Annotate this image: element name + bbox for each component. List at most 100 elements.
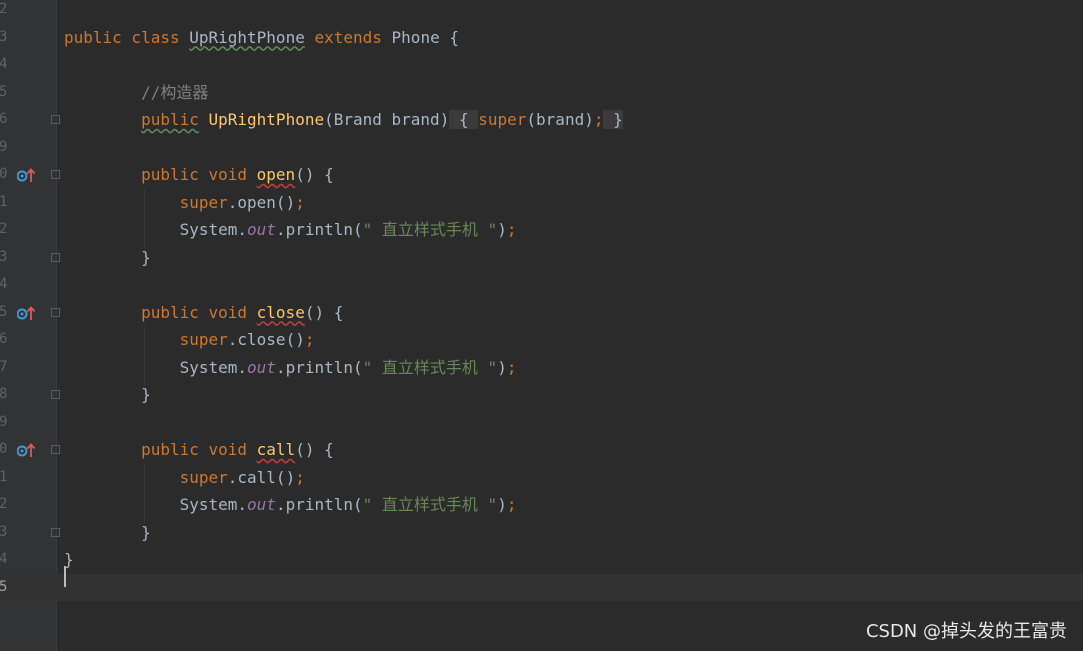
- code-text: public void call() {: [64, 436, 334, 464]
- code-line[interactable]: 4}: [0, 546, 1083, 574]
- line-number: 5: [0, 303, 8, 320]
- code-line[interactable]: 5 public void close() {: [0, 299, 1083, 327]
- code-token: " 直立样式手机 ": [362, 220, 498, 239]
- code-line[interactable]: 2 System.out.println(" 直立样式手机 ");: [0, 491, 1083, 519]
- code-text: super.close();: [64, 326, 315, 354]
- code-token: ;: [506, 220, 517, 239]
- code-text: public void close() {: [64, 299, 343, 327]
- code-text: }: [64, 244, 151, 272]
- code-token: }: [64, 247, 151, 267]
- line-number: 6: [0, 111, 8, 127]
- watermark: CSDN @掉头发的王富贵: [865, 621, 1067, 642]
- fold-end-icon[interactable]: [51, 252, 60, 262]
- code-line[interactable]: 5 //构造器: [0, 79, 1083, 107]
- code-token: super: [179, 192, 228, 212]
- line-number: 7: [0, 358, 8, 375]
- fold-collapse-icon[interactable]: [51, 307, 60, 317]
- code-token: public: [141, 110, 199, 129]
- code-editor[interactable]: 2 3 public class UpRightPhone extends Phon…: [0, 0, 1083, 651]
- line-number: 3: [0, 28, 8, 45]
- code-text: System.out.println(" 直立样式手机 ");: [64, 491, 517, 519]
- line-number: 2: [0, 496, 8, 512]
- code-token: out: [247, 220, 276, 239]
- code-token: " 直立样式手机 ": [362, 357, 498, 377]
- indent-guide: [144, 326, 145, 385]
- code-token: UpRightPhone: [189, 27, 305, 47]
- code-token: extends: [314, 27, 382, 47]
- code-line[interactable]: 2: [0, 0, 1083, 24]
- code-line[interactable]: 9: [0, 134, 1083, 162]
- code-token: ): [497, 357, 507, 377]
- code-token: super: [478, 110, 527, 129]
- code-line[interactable]: 6 public UpRightPhone(Brand brand) { sup…: [0, 106, 1083, 134]
- code-line[interactable]: 0 public void open() {: [0, 161, 1083, 189]
- code-token: (brand): [526, 110, 594, 129]
- code-token: ;: [295, 192, 305, 212]
- code-token: .println(: [275, 220, 363, 239]
- code-line[interactable]: 3 }: [0, 519, 1083, 547]
- line-number: 3: [0, 523, 8, 540]
- fold-end-icon[interactable]: [51, 390, 60, 399]
- fold-end-icon[interactable]: [51, 527, 60, 537]
- code-line[interactable]: 1 super.open();: [0, 189, 1083, 217]
- fold-collapse-icon[interactable]: [51, 170, 60, 179]
- line-number: 2: [0, 1, 8, 17]
- code-text: }: [64, 519, 151, 547]
- code-token: ): [497, 220, 507, 239]
- code-token: () {: [304, 302, 344, 322]
- code-text: //构造器: [64, 79, 208, 107]
- line-number: 4: [0, 56, 8, 72]
- code-token: ): [497, 495, 507, 514]
- code-token: }: [64, 385, 151, 404]
- code-line[interactable]: 4: [0, 271, 1083, 299]
- fold-collapse-icon[interactable]: [51, 445, 60, 454]
- text-caret: [64, 566, 66, 587]
- code-token: out: [247, 357, 276, 377]
- code-token: }: [603, 110, 623, 129]
- override-method-icon[interactable]: [16, 442, 37, 458]
- code-line[interactable]: 3 public class UpRightPhone extends Phone…: [0, 24, 1083, 52]
- code-token: .open(): [227, 192, 296, 212]
- code-token: super: [179, 467, 228, 487]
- code-token: (Brand brand): [324, 110, 450, 129]
- code-line[interactable]: 8 }: [0, 381, 1083, 409]
- line-number: 6: [0, 331, 8, 347]
- code-token: super: [179, 330, 228, 349]
- code-token: Phone {: [381, 27, 459, 47]
- code-line[interactable]: 2 System.out.println(" 直立样式手机 ");: [0, 216, 1083, 244]
- code-text: public UpRightPhone(Brand brand) { super…: [64, 106, 623, 134]
- code-line[interactable]: 3 }: [0, 244, 1083, 272]
- line-number: 4: [0, 551, 8, 567]
- indent-guide: [144, 188, 145, 248]
- code-line[interactable]: 4: [0, 51, 1083, 79]
- code-token: " 直立样式手机 ": [362, 495, 498, 514]
- code-line[interactable]: 5: [0, 573, 1083, 601]
- code-text: System.out.println(" 直立样式手机 ");: [64, 354, 517, 382]
- code-token: }: [64, 522, 151, 542]
- code-token: call: [256, 440, 296, 459]
- override-method-icon[interactable]: [16, 305, 37, 321]
- code-token: .call(): [227, 467, 296, 487]
- code-token: ;: [295, 467, 305, 487]
- code-token: ;: [506, 495, 517, 514]
- code-line[interactable]: 7 System.out.println(" 直立样式手机 ");: [0, 354, 1083, 382]
- override-method-icon[interactable]: [16, 167, 37, 183]
- code-text: public void open() {: [64, 161, 334, 189]
- code-token: public void: [141, 302, 257, 322]
- line-number: 2: [0, 221, 8, 237]
- code-token: {: [449, 110, 479, 129]
- code-token: //构造器: [64, 82, 209, 102]
- code-line[interactable]: 0 public void call() {: [0, 436, 1083, 464]
- code-text: public class UpRightPhone extends Phone …: [64, 24, 459, 52]
- code-line[interactable]: 6 super.close();: [0, 326, 1083, 354]
- fold-collapse-icon[interactable]: [51, 115, 60, 124]
- code-token: System.: [64, 357, 248, 377]
- line-number: 9: [0, 138, 8, 155]
- code-line[interactable]: 1 super.call();: [0, 464, 1083, 492]
- line-number: 9: [0, 413, 8, 430]
- code-token: public void: [141, 165, 257, 184]
- code-line[interactable]: 9: [0, 409, 1083, 437]
